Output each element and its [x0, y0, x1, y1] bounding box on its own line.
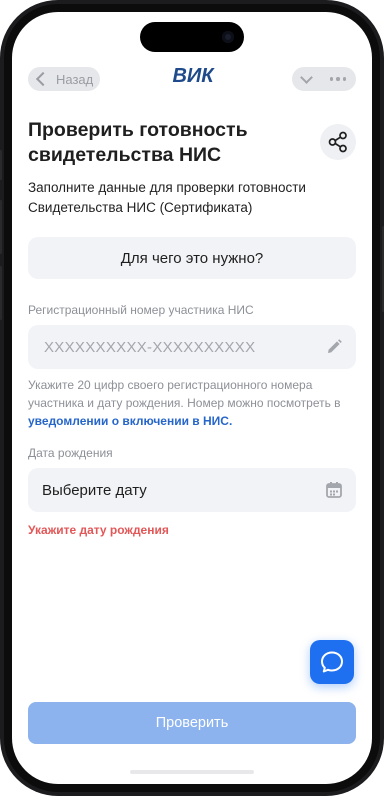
- share-button[interactable]: [320, 124, 356, 160]
- hint-text: Укажите 20 цифр своего регистрационного …: [28, 378, 341, 410]
- mini-app-menu: [292, 67, 356, 91]
- volume-down-button: [0, 266, 2, 320]
- calendar-icon[interactable]: [324, 480, 344, 500]
- share-icon: [328, 131, 347, 153]
- reg-number-label: Регистрационный номер участника НИС: [28, 303, 254, 317]
- back-button[interactable]: Назад: [28, 67, 100, 91]
- birth-date-field[interactable]: Выберите дату: [28, 468, 356, 512]
- birth-date-label: Дата рождения: [28, 446, 113, 460]
- camera-icon: [222, 31, 234, 43]
- chat-bubble-icon: [321, 651, 343, 673]
- birth-date-error: Укажите дату рождения: [28, 523, 169, 537]
- dynamic-island: [140, 22, 244, 52]
- reg-number-field[interactable]: [28, 325, 356, 369]
- why-needed-button[interactable]: Для чего это нужно?: [28, 237, 356, 279]
- more-dots-icon[interactable]: [329, 77, 346, 81]
- home-indicator: [130, 770, 254, 774]
- silent-switch: [0, 150, 2, 180]
- chat-button[interactable]: [310, 640, 354, 684]
- page-title: Проверить готовность свидетельства НИС: [28, 119, 248, 166]
- notification-link[interactable]: уведомлении о включении в НИС.: [28, 414, 232, 428]
- logo-text: ВИК: [172, 65, 215, 85]
- chevron-down-icon[interactable]: [300, 70, 313, 84]
- vik-logo: ВИК: [172, 65, 215, 85]
- page-subtitle: Заполните данные для проверки готовности…: [28, 180, 306, 215]
- app-screen: Назад ВИК Проверить готовность свидетель…: [12, 12, 372, 784]
- volume-up-button: [0, 200, 2, 254]
- reg-number-input[interactable]: [42, 337, 316, 357]
- pencil-icon[interactable]: [324, 337, 344, 357]
- back-button-label: Назад: [56, 71, 94, 87]
- chevron-left-icon: [35, 71, 51, 87]
- reg-number-hint: Укажите 20 цифр своего регистрационного …: [28, 376, 354, 430]
- birth-date-value: Выберите дату: [42, 481, 147, 499]
- check-button[interactable]: Проверить: [28, 702, 356, 744]
